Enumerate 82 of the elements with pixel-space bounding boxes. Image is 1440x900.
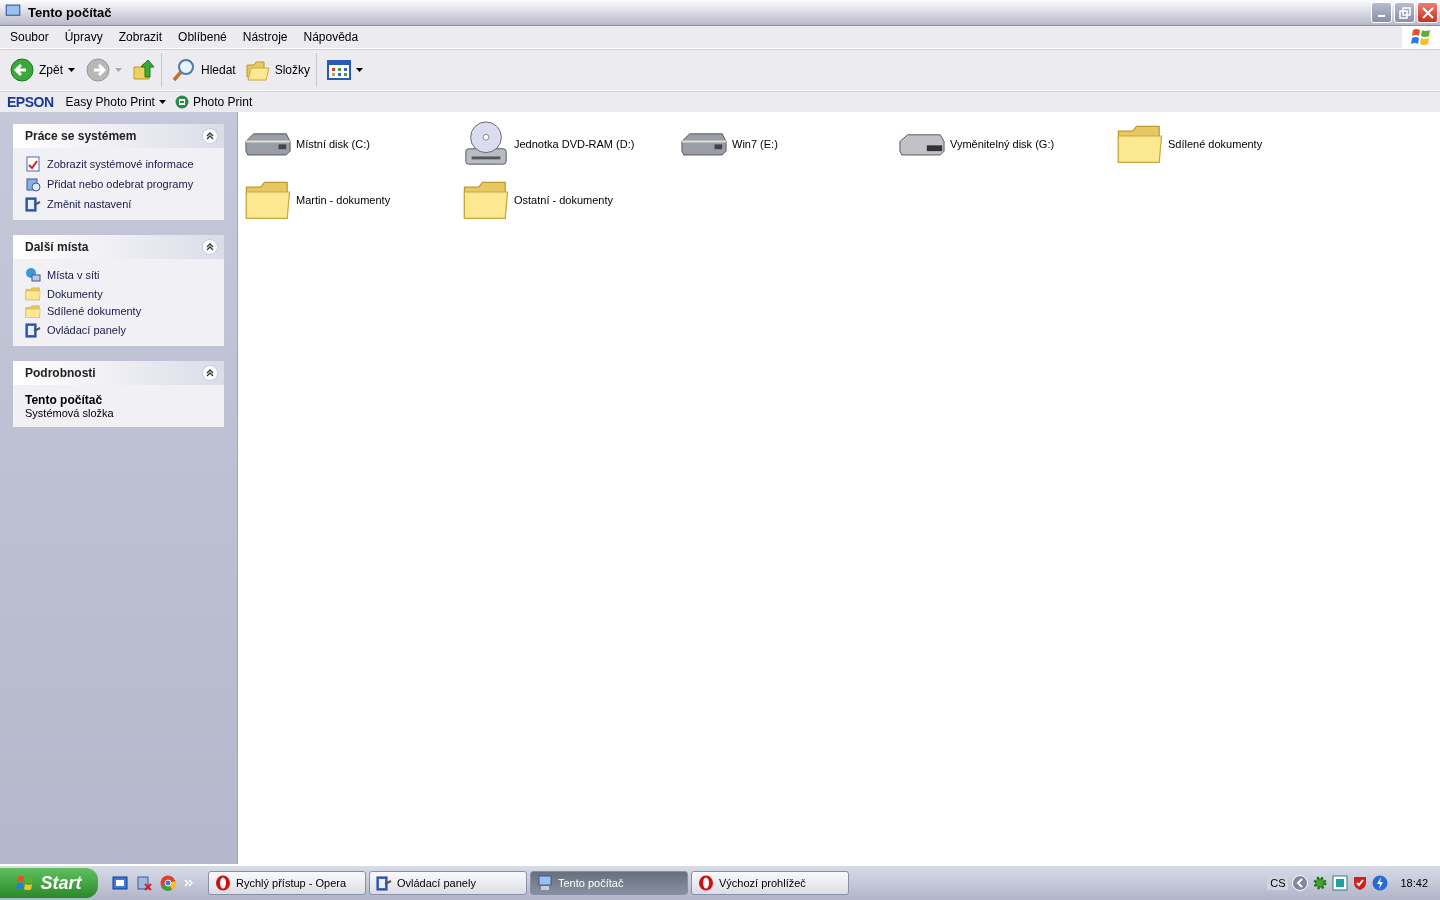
- panel-header[interactable]: Práce se systémem: [13, 124, 224, 148]
- folder-icon: [1116, 123, 1164, 165]
- task-link[interactable]: Zobrazit systémové informace: [47, 158, 194, 170]
- programs-icon: [25, 176, 41, 192]
- minimize-button[interactable]: [1371, 2, 1392, 23]
- task-link[interactable]: Sdílené dokumenty: [47, 305, 142, 318]
- folder-icon: [25, 304, 41, 319]
- task-link[interactable]: Dokumenty: [47, 287, 103, 300]
- control-panel-icon: [376, 875, 392, 891]
- minimize-icon: [1378, 15, 1385, 17]
- folder-icon: [25, 287, 41, 301]
- panel-header[interactable]: Podrobnosti: [13, 361, 224, 386]
- task-link[interactable]: Přidat nebo odebrat programy: [47, 178, 194, 190]
- taskbar-button[interactable]: Výchozí prohlížeč: [691, 871, 849, 895]
- drive-label[interactable]: Jednotka DVD-RAM (D:): [514, 138, 635, 150]
- collapse-icon[interactable]: [202, 239, 218, 255]
- search-button[interactable]: Hledat: [168, 53, 240, 87]
- clock: 18:42: [1400, 877, 1428, 889]
- drive-label[interactable]: Martin - dokumenty: [296, 194, 391, 206]
- task-link[interactable]: Ovládací panely: [47, 324, 126, 337]
- epson-logo: EPSON: [7, 94, 54, 110]
- details-description: Systémová složka: [25, 407, 115, 420]
- show-hidden-icon[interactable]: [1292, 875, 1309, 891]
- gear-icon[interactable]: [1312, 875, 1329, 891]
- lightning-icon[interactable]: [1372, 875, 1389, 891]
- app-icon[interactable]: [1332, 875, 1349, 891]
- network-icon: [25, 267, 41, 283]
- easy-photo-print-menu[interactable]: Easy Photo Print: [65, 95, 167, 109]
- document-check-icon: [25, 156, 41, 172]
- restore-icon: [1398, 6, 1411, 19]
- folder-up-icon: [133, 59, 155, 81]
- taskbar-button[interactable]: Ovládací panely: [369, 871, 527, 895]
- drive-label[interactable]: Vyměnitelný disk (G:): [950, 138, 1055, 150]
- search-icon: [172, 58, 196, 82]
- task-link[interactable]: Změnit nastavení: [47, 198, 132, 210]
- panel-header[interactable]: Další místa: [13, 235, 224, 259]
- collapse-icon[interactable]: [202, 365, 218, 382]
- windows-logo-icon: [1411, 28, 1431, 46]
- opera-icon: [698, 875, 714, 891]
- dvd-drive-icon: [462, 120, 510, 168]
- close-button[interactable]: [1417, 2, 1438, 23]
- menu-item[interactable]: Zobrazit: [110, 30, 171, 44]
- folder-icon: [244, 179, 292, 221]
- caret-icon: [115, 67, 123, 73]
- program-icon[interactable]: [136, 875, 152, 891]
- back-button[interactable]: Zpět: [6, 53, 80, 87]
- caret-icon: [158, 99, 167, 105]
- menu-item[interactable]: Soubor: [2, 30, 57, 44]
- chrome-icon[interactable]: [160, 875, 176, 891]
- window-title: Tento počítač: [28, 5, 112, 20]
- menu-item[interactable]: Nástroje: [234, 30, 296, 44]
- computer-icon: [4, 3, 22, 22]
- desktop-icon[interactable]: [112, 875, 128, 891]
- drive-label[interactable]: Win7 (E:): [732, 138, 778, 150]
- caret-icon: [68, 67, 76, 73]
- folder-icon: [462, 179, 510, 221]
- collapse-icon[interactable]: [202, 128, 218, 144]
- taskbar-button[interactable]: Tento počítač: [530, 871, 688, 895]
- folders-icon: [245, 59, 270, 81]
- drive-label[interactable]: Sdílené dokumenty: [1168, 138, 1263, 150]
- photo-print-button[interactable]: Photo Print: [174, 95, 253, 109]
- shield-icon[interactable]: [1352, 875, 1369, 891]
- task-link[interactable]: Místa v síti: [47, 269, 100, 281]
- printer-icon: [174, 95, 189, 109]
- details-name: Tento počítač: [25, 393, 104, 408]
- close-icon: [1421, 6, 1434, 19]
- windows-logo-icon: [16, 875, 35, 891]
- taskbar-button[interactable]: Rychlý přístup - Opera: [208, 871, 366, 895]
- drive-label[interactable]: Ostatní - dokumenty: [514, 194, 614, 206]
- computer-icon: [537, 875, 553, 891]
- views-icon: [327, 60, 352, 80]
- control-panel-icon: [25, 196, 41, 212]
- opera-icon: [215, 875, 231, 891]
- folders-button[interactable]: Složky: [241, 53, 318, 87]
- caret-icon: [356, 67, 365, 73]
- drive-label[interactable]: Místní disk (C:): [296, 138, 370, 150]
- menu-item[interactable]: Oblíbené: [170, 30, 235, 44]
- control-panel-icon: [25, 322, 41, 339]
- restore-button[interactable]: [1394, 2, 1415, 23]
- menu-item[interactable]: Nápověda: [295, 30, 367, 44]
- language-indicator[interactable]: CS: [1267, 876, 1289, 890]
- menu-item[interactable]: Úpravy: [56, 30, 111, 44]
